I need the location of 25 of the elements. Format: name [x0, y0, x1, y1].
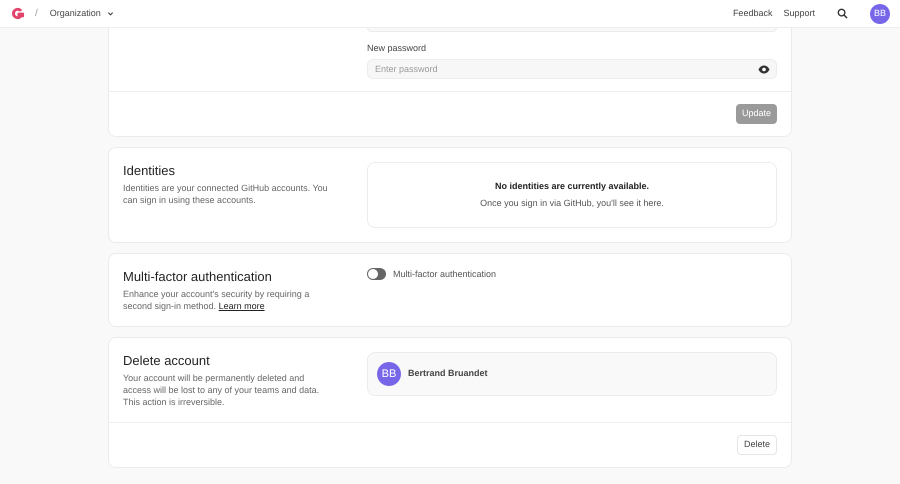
field-label: New password [367, 42, 428, 54]
organization-dropdown[interactable]: Organization [50, 6, 114, 20]
section-description: Enhance your account's security by requiring a second sign-in method. Learn more [123, 288, 310, 312]
user-avatar[interactable]: BB [870, 4, 890, 24]
toggle-label: Multi-factor authentication [393, 268, 496, 280]
logo-icon[interactable] [10, 6, 25, 21]
search-icon[interactable] [837, 8, 848, 19]
section-title: Multi-factor authentication [123, 268, 273, 286]
empty-state-text: Once you sign in via GitHub, you'll see it here. [480, 196, 664, 210]
user-avatar: BB [377, 362, 401, 386]
delete-button[interactable]: Delete [736, 435, 777, 455]
password-field[interactable]: Enter password [367, 59, 777, 79]
section-description: Your account will be permanently deleted and access will be lost to any of your teams and data. This action is irreversible. [123, 372, 320, 408]
section-title: Delete account [123, 352, 211, 370]
toggle-switch[interactable] [367, 268, 386, 280]
eye-icon[interactable] [758, 64, 770, 74]
breadcrumb-separator: / [35, 7, 38, 21]
header-link[interactable]: Support [783, 6, 815, 20]
empty-state-title: No identities are currently available. [494, 180, 650, 193]
header-link[interactable]: Feedback [732, 6, 772, 20]
section-description: Identities are your connected GitHub accounts. You can sign in using these accounts. [123, 182, 329, 206]
section-title: Identities [123, 162, 176, 180]
user-name: Bertrand Bruandet [408, 367, 488, 380]
learn-more-link[interactable]: Learn more [218, 301, 265, 311]
chevron-down-icon [106, 10, 114, 17]
